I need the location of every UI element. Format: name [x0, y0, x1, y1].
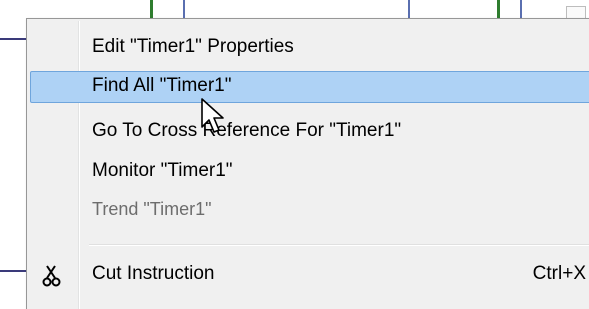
menu-item-monitor[interactable]: Monitor "Timer1" — [30, 156, 589, 188]
menu-item-trend[interactable]: Trend "Timer1" — [30, 195, 589, 227]
menu-item-label: Cut Instruction — [92, 263, 215, 284]
instruction-box-divider — [183, 0, 185, 19]
rung-wire-left — [0, 38, 26, 40]
menu-item-label: Go To Cross Reference For "Timer1" — [92, 120, 402, 141]
menu-item-find-all[interactable]: Find All "Timer1" — [30, 71, 589, 103]
menu-item-shortcut: Ctrl+X — [532, 263, 586, 284]
menu-item-cut-instruction[interactable]: Cut Instruction Ctrl+X — [30, 259, 589, 291]
menu-separator — [89, 244, 589, 246]
instruction-box-divider-2 — [408, 0, 410, 19]
instruction-box-edge-right — [497, 0, 500, 19]
menu-item-go-to-cross-reference[interactable]: Go To Cross Reference For "Timer1" — [30, 116, 589, 148]
menu-item-label: Monitor "Timer1" — [92, 160, 233, 181]
rung-wire-left-lower — [0, 270, 26, 272]
context-menu: Edit "Timer1" Properties Find All "Timer… — [26, 18, 589, 309]
menu-item-label: Find All "Timer1" — [92, 75, 232, 96]
menu-item-edit-properties[interactable]: Edit "Timer1" Properties — [30, 32, 589, 64]
menu-item-label: Edit "Timer1" Properties — [92, 36, 294, 57]
scissors-icon — [42, 265, 62, 287]
mouse-pointer-icon — [200, 97, 226, 137]
menu-item-label: Trend "Timer1" — [92, 199, 212, 219]
instruction-box-edge-left — [150, 0, 153, 19]
instruction-box-divider-3 — [520, 0, 522, 19]
